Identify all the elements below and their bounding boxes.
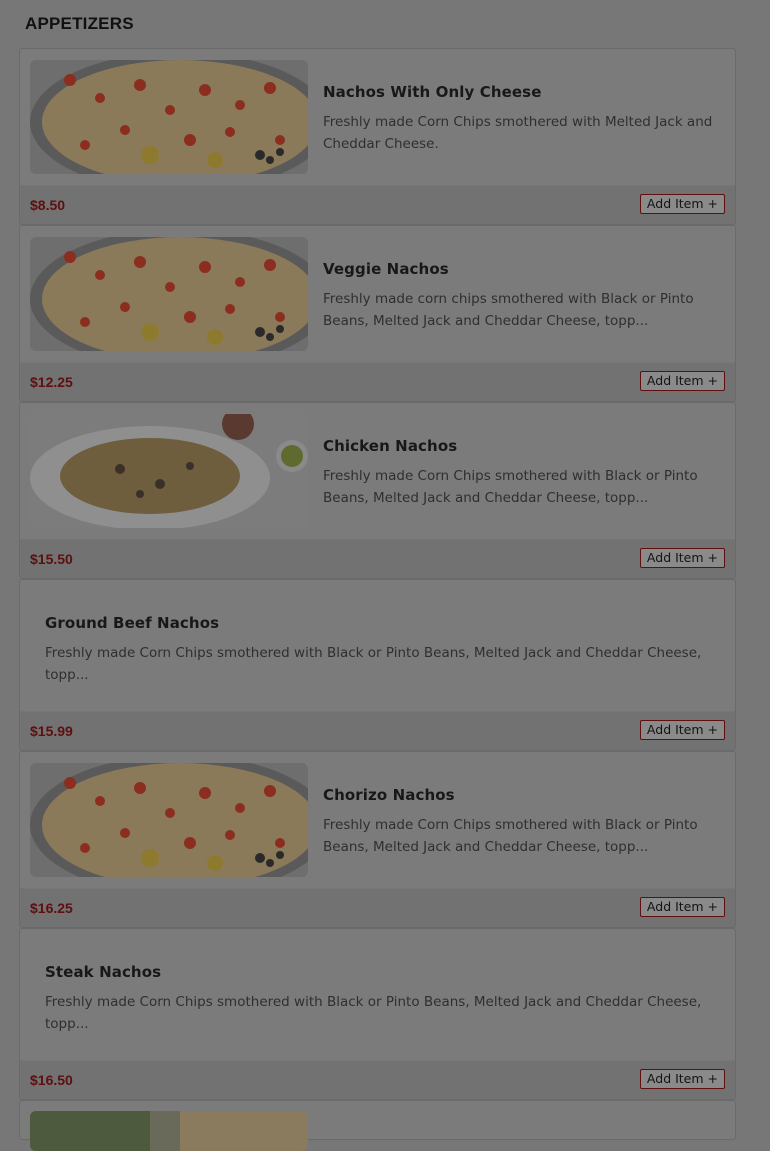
- menu-item-card-partial[interactable]: [19, 1100, 736, 1151]
- menu-item-card[interactable]: Steak Nachos Freshly made Corn Chips smo…: [19, 928, 736, 1100]
- item-price: $16.25: [30, 900, 73, 916]
- item-body: Ground Beef Nachos Freshly made Corn Chi…: [45, 614, 707, 686]
- item-footer: $16.25 Add Item +: [20, 888, 735, 927]
- item-description: Freshly made Corn Chips smothered with M…: [323, 114, 713, 152]
- item-footer: $8.50 Add Item +: [20, 185, 735, 224]
- item-name: Chicken Nachos: [323, 437, 458, 455]
- item-description: Freshly made corn chips smothered with B…: [323, 291, 694, 329]
- item-footer: $16.50 Add Item +: [20, 1060, 735, 1099]
- menu-item-card[interactable]: Chicken Nachos Freshly made Corn Chips s…: [19, 402, 736, 579]
- nachos-photo: [30, 763, 308, 877]
- item-name: Nachos With Only Cheese: [323, 83, 542, 101]
- menu-item-card[interactable]: Nachos With Only Cheese Freshly made Cor…: [19, 48, 736, 225]
- section-title: APPETIZERS: [25, 14, 134, 33]
- add-item-button[interactable]: Add Item +: [639, 548, 725, 568]
- item-body: Nachos With Only Cheese Freshly made Cor…: [323, 83, 719, 155]
- item-price: $15.50: [30, 551, 73, 567]
- item-body: Chicken Nachos Freshly made Corn Chips s…: [323, 437, 719, 509]
- item-footer: $15.99 Add Item +: [20, 711, 735, 750]
- chicken-nachos-photo: [30, 414, 308, 528]
- nachos-photo: [30, 60, 308, 174]
- item-footer: $12.25 Add Item +: [20, 362, 735, 401]
- item-body: Steak Nachos Freshly made Corn Chips smo…: [45, 963, 707, 1035]
- menu-item-card[interactable]: Chorizo Nachos Freshly made Corn Chips s…: [19, 751, 736, 928]
- menu-item-card[interactable]: Ground Beef Nachos Freshly made Corn Chi…: [19, 579, 736, 751]
- item-name: Ground Beef Nachos: [45, 614, 220, 632]
- item-description: Freshly made Corn Chips smothered with B…: [45, 645, 702, 683]
- food-photo: [30, 1111, 308, 1151]
- item-price: $8.50: [30, 197, 66, 213]
- item-body: Veggie Nachos Freshly made corn chips sm…: [323, 260, 719, 332]
- menu-list: Nachos With Only Cheese Freshly made Cor…: [19, 48, 736, 1151]
- item-name: Veggie Nachos: [323, 260, 449, 278]
- item-description: Freshly made Corn Chips smothered with B…: [45, 994, 702, 1032]
- nachos-photo: [30, 237, 308, 351]
- item-body: Chorizo Nachos Freshly made Corn Chips s…: [323, 786, 719, 858]
- item-price: $12.25: [30, 374, 73, 390]
- item-name: Chorizo Nachos: [323, 786, 455, 804]
- add-item-button[interactable]: Add Item +: [639, 897, 725, 917]
- item-name: Steak Nachos: [45, 963, 162, 981]
- add-item-button[interactable]: Add Item +: [639, 371, 725, 391]
- menu-item-card[interactable]: Veggie Nachos Freshly made corn chips sm…: [19, 225, 736, 402]
- item-description: Freshly made Corn Chips smothered with B…: [323, 468, 698, 506]
- add-item-button[interactable]: Add Item +: [639, 1069, 725, 1089]
- item-footer: $15.50 Add Item +: [20, 539, 735, 578]
- item-price: $15.99: [30, 723, 73, 739]
- item-price: $16.50: [30, 1072, 73, 1088]
- add-item-button[interactable]: Add Item +: [639, 720, 725, 740]
- add-item-button[interactable]: Add Item +: [639, 194, 725, 214]
- item-description: Freshly made Corn Chips smothered with B…: [323, 817, 698, 855]
